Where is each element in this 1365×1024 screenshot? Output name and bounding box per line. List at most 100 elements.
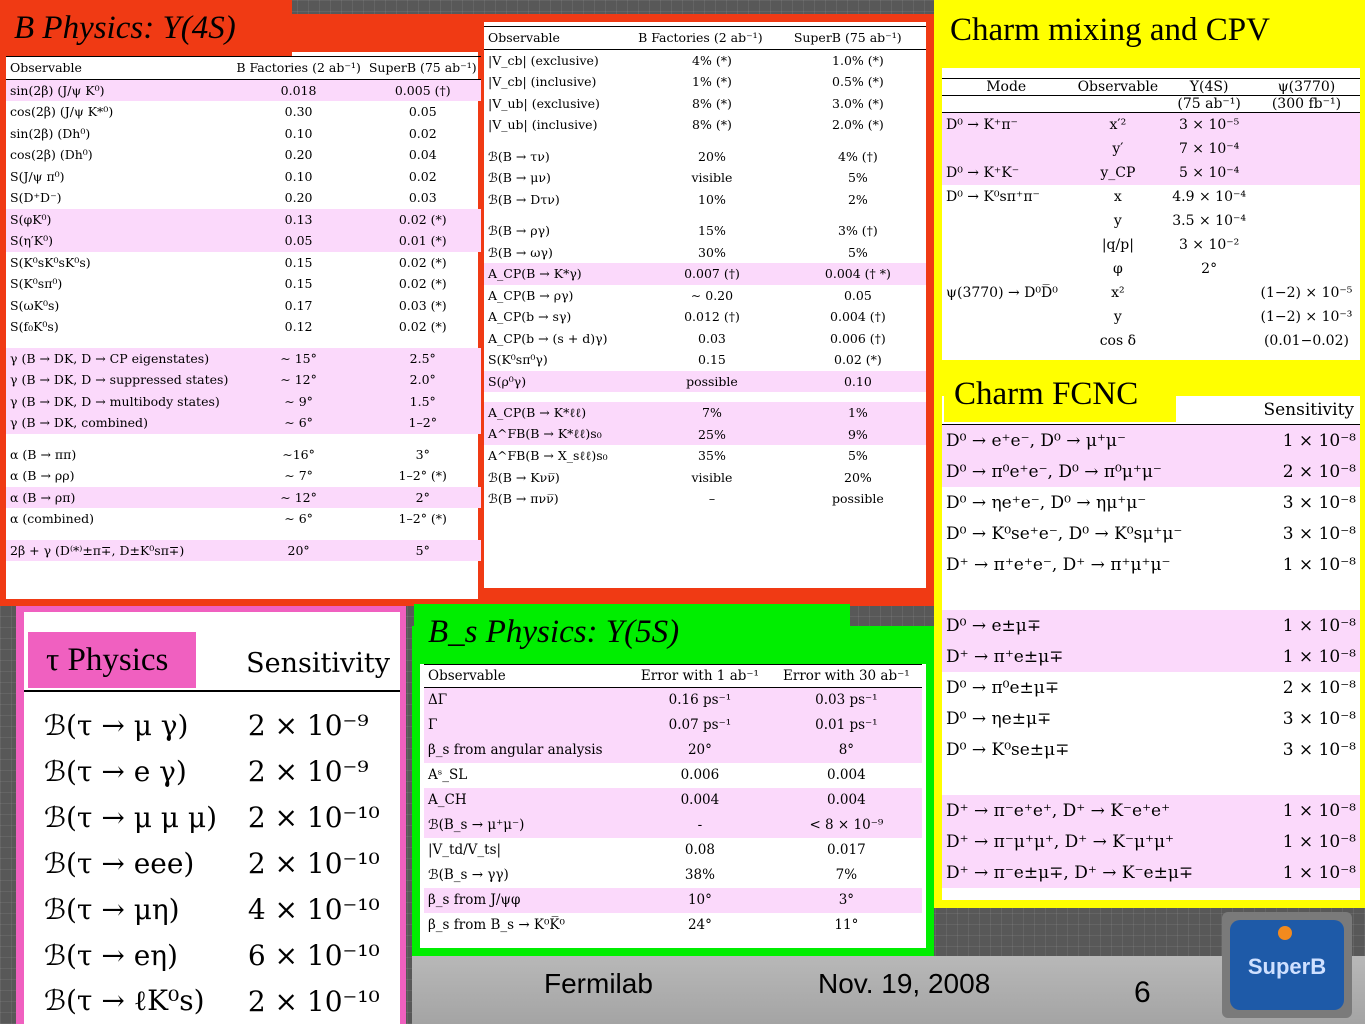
observable-cell: S(η′K⁰) — [10, 233, 53, 249]
charm-fcnc-panel: Sensitivity D⁰ → e⁺e⁻, D⁰ → μ⁺μ⁻ 1 × 10⁻⁸… — [942, 396, 1360, 900]
table-row: φ 2° — [942, 257, 1360, 281]
observable-cell: γ (B → DK, D → CP eigenstates) — [10, 350, 210, 366]
table-row: D⁰ → π⁰e±μ∓ 2 × 10⁻⁸ — [942, 672, 1360, 703]
mode-cell: D⁰ → K⁺K⁻ — [946, 164, 1020, 181]
observable-cell: S(ωK⁰s) — [10, 297, 60, 313]
sensitivity-cell: 1 × 10⁻⁸ — [1282, 800, 1356, 821]
bs5s-header-observable: Observable — [424, 664, 630, 688]
bfactory-value-cell: 20° — [287, 542, 310, 558]
table-row: D⁰ → K⁰sπ⁺π⁻ x 4.9 × 10⁻⁴ — [942, 185, 1360, 209]
footer-date: Nov. 19, 2008 — [818, 968, 991, 999]
gap-cell — [942, 580, 1360, 610]
table-row: |V_ub| (exclusive) 8% (*) 3.0% (*) — [484, 93, 926, 115]
superb-value-cell: 0.01 (*) — [398, 233, 447, 249]
observable-cell: S(φK⁰) — [10, 211, 52, 227]
superb-value-cell: 5° — [415, 542, 430, 558]
superb-value-cell: 0.02 (*) — [398, 276, 447, 292]
observable-cell: 2β + γ (D⁽*⁾±π∓, D±K⁰sπ∓) — [10, 542, 185, 558]
table-row: cos δ (0.01−0.02) — [942, 329, 1360, 353]
observable-cell: ΔΓ — [428, 692, 448, 709]
bfactory-value-cell: 0.13 — [284, 211, 313, 227]
psi-value-cell — [1253, 185, 1360, 209]
error-1ab-cell: 20° — [687, 742, 712, 758]
sensitivity-cell: 1 × 10⁻⁸ — [1282, 554, 1356, 575]
observable-cell: A_CP(B → K*γ) — [488, 266, 582, 282]
psi-value-cell: (1−2) × 10⁻⁵ — [1260, 284, 1353, 301]
error-30ab-cell: 3° — [838, 892, 855, 908]
table-row: ℬ(τ → eee) 2 × 10⁻¹⁰ — [24, 840, 400, 886]
bfactory-value-cell: 0.15 — [284, 254, 313, 270]
y4s-value-cell — [1165, 281, 1253, 305]
decay-mode-cell: ℬ(τ → eee) — [44, 846, 195, 880]
decay-mode-cell: ℬ(τ → μ γ) — [44, 708, 189, 742]
observable-cell: ℬ(B → μν) — [488, 170, 551, 186]
table-row: ℬ(B → Kνν̅) visible 20% — [484, 467, 926, 489]
bfactory-value-cell: 7% — [702, 405, 722, 421]
b4s-right-header-observable: Observable — [484, 26, 635, 50]
bfactory-value-cell: ∼ 15° — [280, 350, 317, 366]
table-row: A_CP(B → ργ) ∼ 0.20 0.05 — [484, 285, 926, 307]
table-row: γ (B → DK, D → multibody states) ∼ 9° 1.5° — [6, 390, 481, 412]
table-row: cos(2β) (J/ψ K*⁰) 0.30 0.05 — [6, 101, 481, 123]
observable-cell: A_CP(B → ργ) — [488, 287, 574, 303]
table-row: D⁺ → π⁻μ⁺μ⁺, D⁺ → K⁻μ⁺μ⁺ 1 × 10⁻⁸ — [942, 826, 1360, 857]
superb-value-cell: 20% — [844, 469, 872, 485]
y4s-value-cell: 3 × 10⁻² — [1178, 236, 1240, 253]
table-row: D⁰ → π⁰e⁺e⁻, D⁰ → π⁰μ⁺μ⁻ 2 × 10⁻⁸ — [942, 456, 1360, 487]
table-row: y′ 7 × 10⁻⁴ — [942, 136, 1360, 161]
gap-cell — [484, 392, 926, 402]
superb-value-cell: 3% (†) — [838, 223, 878, 239]
table-row: 2β + γ (D⁽*⁾±π∓, D±K⁰sπ∓) 20° 5° — [6, 539, 481, 561]
observable-cell: A_CP(b → (s + d)γ) — [488, 330, 608, 346]
mode-cell: ψ(3770) → D⁰D̅⁰ — [946, 284, 1058, 301]
error-1ab-cell: 0.07 ps⁻¹ — [668, 717, 732, 733]
error-30ab-cell: 7% — [835, 867, 858, 883]
observable-cell: ℬ(B → τν) — [488, 148, 550, 164]
superb-logo-badge: SuperB — [1230, 920, 1344, 1010]
table-row: A_CP(B → K*ℓℓ) 7% 1% — [484, 402, 926, 424]
table-row: A_CH 0.004 0.004 — [424, 787, 922, 813]
sensitivity-cell: 1 × 10⁻⁸ — [1282, 430, 1356, 451]
bfactory-value-cell: – — [708, 491, 716, 507]
bfactory-value-cell: 35% — [698, 448, 726, 464]
b4s-title: B Physics: Y(4S) — [14, 10, 236, 46]
superb-value-cell: 1% — [847, 405, 868, 421]
y4s-value-cell — [1165, 329, 1253, 353]
decay-mode-cell: D⁰ → ηe±μ∓ — [946, 708, 1052, 729]
b4s-table-body: sin(2β) (J/ψ K⁰) 0.018 0.005 (†) cos(2β) (J… — [6, 79, 481, 561]
superb-value-cell: 0.02 (*) — [398, 211, 447, 227]
observable-cell: γ (B → DK, D → multibody states) — [10, 393, 220, 409]
observable-cell: |V_cb| (exclusive) — [488, 52, 599, 68]
sensitivity-cell: 1 × 10⁻⁸ — [1282, 831, 1356, 852]
error-1ab-cell: - — [697, 817, 703, 833]
bfactory-value-cell: 0.30 — [284, 104, 313, 120]
superb-value-cell: 0.5% (*) — [832, 74, 884, 90]
observable-cell: ℬ(B_s → μ⁺μ⁻) — [428, 817, 525, 833]
bfactory-value-cell: possible — [686, 373, 738, 389]
charm-mix-header-y4s: Υ(4S) — [1165, 78, 1253, 96]
psi-value-cell — [1253, 113, 1360, 137]
sensitivity-cell: 6 × 10⁻¹⁰ — [247, 938, 380, 972]
table-row: D⁺ → π⁺e⁺e⁻, D⁺ → π⁺μ⁺μ⁻ 1 × 10⁻⁸ — [942, 549, 1360, 580]
table-row: |V_ub| (inclusive) 8% (*) 2.0% (*) — [484, 114, 926, 136]
sensitivity-cell: 2 × 10⁻¹⁰ — [247, 846, 380, 880]
superb-value-cell: 3.0% (*) — [832, 95, 884, 111]
charm-mix-header-obs: Observable — [1070, 78, 1166, 96]
y4s-value-cell: 4.9 × 10⁻⁴ — [1172, 188, 1246, 205]
decay-mode-cell: D⁺ → π⁺e±μ∓ — [946, 646, 1064, 667]
psi-value-cell — [1253, 233, 1360, 257]
bfactory-value-cell: 0.012 (†) — [684, 309, 740, 325]
sensitivity-cell: 4 × 10⁻¹⁰ — [247, 892, 380, 926]
table-row: γ (B → DK, D → suppressed states) ∼ 12° 2.… — [6, 369, 481, 391]
observable-cell: A_CH — [428, 792, 467, 808]
superb-value-cell: 9% — [847, 426, 868, 442]
superb-value-cell: 2° — [415, 489, 430, 505]
table-row: ψ(3770) → D⁰D̅⁰ x² (1−2) × 10⁻⁵ — [942, 281, 1360, 305]
table-row: ℬ(τ → μη) 4 × 10⁻¹⁰ — [24, 886, 400, 932]
table-row: ℬ(B → ργ) 15% 3% (†) — [484, 220, 926, 242]
superb-value-cell: 0.10 — [843, 373, 872, 389]
bs5s-header-e30: Error with 30 ab⁻¹ — [770, 664, 922, 688]
table-row: cos(2β) (Dh⁰) 0.20 0.04 — [6, 144, 481, 166]
decay-mode-cell: D⁰ → π⁰e±μ∓ — [946, 677, 1060, 698]
table-row: D⁺ → π⁻e±μ∓, D⁺ → K⁻e±μ∓ 1 × 10⁻⁸ — [942, 857, 1360, 888]
